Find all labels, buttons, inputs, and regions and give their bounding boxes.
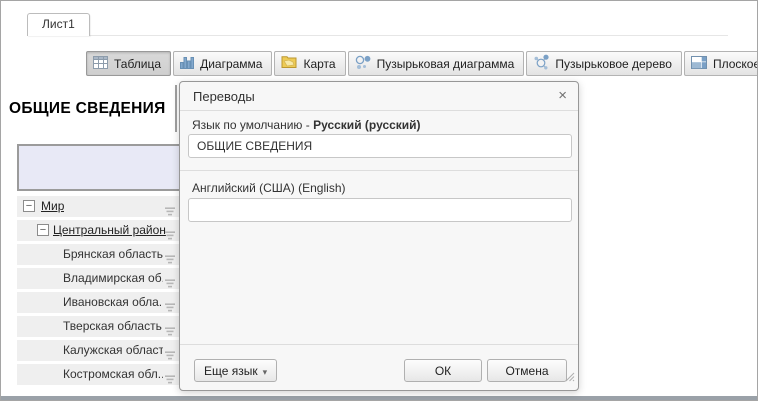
divider xyxy=(180,344,578,345)
close-icon[interactable]: × xyxy=(558,87,567,105)
default-language-label: Язык по умолчанию - Русский (русский) xyxy=(192,118,421,132)
bubble-tree-view-button[interactable]: Пузырьковое дерево xyxy=(526,51,682,76)
bubble-chart-icon xyxy=(355,55,371,73)
bar-chart-icon xyxy=(180,56,194,72)
divider xyxy=(180,170,578,171)
window-bottom-bar xyxy=(1,396,757,400)
tree-node-label: Владимирская об.. xyxy=(63,268,163,289)
tree-node-label: Ивановская обла... xyxy=(63,292,163,313)
table-view-label: Таблица xyxy=(114,57,161,71)
tree-row-central-district[interactable]: − Центральный район xyxy=(17,220,179,241)
flat-tree-icon xyxy=(691,56,707,72)
tree-row-region[interactable]: Костромская обл... xyxy=(17,364,179,385)
bubble-chart-view-button[interactable]: Пузырьковая диаграмма xyxy=(348,51,525,76)
chart-view-button[interactable]: Диаграмма xyxy=(173,51,272,76)
tree-row-region[interactable]: Тверская область xyxy=(17,316,179,337)
english-language-label-text: Английский (США) (English) xyxy=(192,181,346,195)
tree-row-region[interactable]: Владимирская об.. xyxy=(17,268,179,289)
tree-row-world[interactable]: − Мир xyxy=(17,196,179,217)
default-language-input[interactable] xyxy=(188,134,572,158)
flat-tree-view-label: Плоское дерево xyxy=(713,57,758,71)
more-language-button[interactable]: Еще язык ▾ xyxy=(194,359,277,382)
english-language-label: Английский (США) (English) xyxy=(192,181,346,195)
bubble-tree-view-label: Пузырьковое дерево xyxy=(555,57,672,71)
bubble-chart-view-label: Пузырьковая диаграмма xyxy=(377,57,515,71)
table-icon xyxy=(93,56,108,72)
chevron-down-icon: ▾ xyxy=(263,367,268,377)
view-toolbar: Таблица Диаграмма Карта Пузырьковая диаг… xyxy=(86,51,758,76)
cancel-button[interactable]: Отмена xyxy=(487,359,567,382)
tree-node-label: Костромская обл... xyxy=(63,364,163,385)
tree-node-label: Калужская область xyxy=(63,340,163,361)
resize-grip-icon[interactable] xyxy=(564,369,575,387)
map-view-label: Карта xyxy=(303,57,335,71)
tree-node-label[interactable]: Мир xyxy=(41,196,64,217)
tree-row-region[interactable]: Брянская область xyxy=(17,244,179,265)
divider xyxy=(180,110,578,111)
flat-tree-view-button[interactable]: Плоское дерево xyxy=(684,51,758,76)
collapse-icon[interactable]: − xyxy=(23,200,35,212)
map-icon xyxy=(281,56,297,72)
tab-strip-divider xyxy=(28,35,728,36)
default-language-name: Русский (русский) xyxy=(313,118,420,132)
tree-node-label: Тверская область xyxy=(63,316,162,337)
default-language-label-prefix: Язык по умолчанию - xyxy=(192,118,313,132)
tree-node-label: Брянская область xyxy=(63,244,163,265)
map-view-button[interactable]: Карта xyxy=(274,51,345,76)
report-title: ОБЩИЕ СВЕДЕНИЯ xyxy=(9,100,166,118)
filter-icon[interactable] xyxy=(164,370,176,391)
app-window: Лист1 Таблица Диаграмма Карта Пузырькова… xyxy=(0,0,758,401)
chart-view-label: Диаграмма xyxy=(200,57,262,71)
tree-node-label[interactable]: Центральный район xyxy=(53,220,166,241)
bubble-tree-icon xyxy=(533,54,549,73)
translations-dialog: Переводы × Язык по умолчанию - Русский (… xyxy=(179,81,579,391)
tree-row-region[interactable]: Ивановская обла... xyxy=(17,292,179,313)
table-view-button[interactable]: Таблица xyxy=(86,51,171,76)
collapse-icon[interactable]: − xyxy=(37,224,49,236)
english-language-input[interactable] xyxy=(188,198,572,222)
ok-button[interactable]: ОК xyxy=(404,359,482,382)
table-border xyxy=(175,85,177,132)
dialog-title: Переводы xyxy=(193,89,255,104)
tab-sheet1[interactable]: Лист1 xyxy=(27,13,90,36)
more-language-label: Еще язык xyxy=(204,364,258,378)
tree-row-region[interactable]: Калужская область xyxy=(17,340,179,361)
